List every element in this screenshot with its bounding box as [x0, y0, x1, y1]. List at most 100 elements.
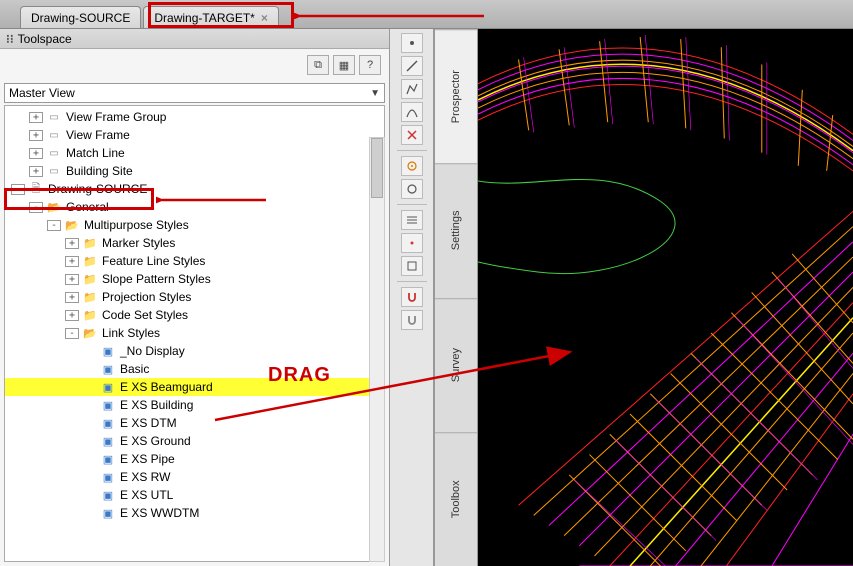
tree-item[interactable]: Basic [5, 360, 384, 378]
folder-icon [82, 308, 98, 322]
separator [397, 281, 427, 282]
tree-item-label: Basic [120, 362, 149, 376]
tree-item[interactable]: +Code Set Styles [5, 306, 384, 324]
tree-item-label: View Frame Group [66, 110, 166, 124]
tree-item[interactable]: E XS DTM [5, 414, 384, 432]
tree-item[interactable]: -Multipurpose Styles [5, 216, 384, 234]
style-icon [100, 380, 116, 394]
tree-item[interactable]: E XS Pipe [5, 450, 384, 468]
tree-item-label: _No Display [120, 344, 185, 358]
tree-item[interactable]: +Building Site [5, 162, 384, 180]
tree-item-label: E XS Ground [120, 434, 191, 448]
vtool-polyline[interactable] [401, 79, 423, 99]
sidetab-prospector[interactable]: Prospector [435, 29, 477, 163]
drawing-canvas[interactable] [478, 29, 853, 566]
collapse-icon[interactable]: - [47, 220, 61, 231]
panel-btn-1[interactable]: ⧉ [307, 55, 329, 75]
style-icon [100, 344, 116, 358]
panel-btn-2[interactable]: ▦ [333, 55, 355, 75]
toolspace-titlebar: ⁝⁝ Toolspace [0, 29, 389, 49]
sidetab-survey[interactable]: Survey [435, 298, 477, 432]
expand-icon[interactable]: + [65, 256, 79, 267]
tree-item-label: E XS Pipe [120, 452, 175, 466]
folderopen-icon [64, 218, 80, 232]
tree-item[interactable]: E XS WWDTM [5, 504, 384, 522]
tree-item-label: Marker Styles [102, 236, 175, 250]
expand-icon[interactable]: + [29, 166, 43, 177]
tree-item[interactable]: -General [5, 198, 384, 216]
tree-item[interactable]: - Link Styles [5, 324, 384, 342]
tree-item[interactable]: + View Frame [5, 126, 384, 144]
collapse-icon[interactable]: - [11, 184, 25, 195]
tree-item[interactable]: E XS RW [5, 468, 384, 486]
chevron-down-icon: ▼ [370, 88, 380, 99]
tree-item[interactable]: +Feature Line Styles [5, 252, 384, 270]
panel-toolbar: ⧉ ▦ ? [0, 49, 389, 81]
expand-icon[interactable]: + [65, 292, 79, 303]
vtool-line[interactable] [401, 56, 423, 76]
grp-icon [46, 164, 62, 178]
vtool-box[interactable] [401, 256, 423, 276]
help-button[interactable]: ? [359, 55, 381, 75]
tree-item[interactable]: + Projection Styles [5, 288, 384, 306]
vtool-point[interactable] [401, 33, 423, 53]
vtool-circle[interactable] [401, 179, 423, 199]
vtool-cross[interactable] [401, 125, 423, 145]
style-icon [100, 416, 116, 430]
tree-item[interactable]: E XS Building [5, 396, 384, 414]
separator [397, 204, 427, 205]
expand-icon[interactable]: + [65, 238, 79, 249]
vtool-magnet[interactable] [401, 287, 423, 307]
tree-item[interactable]: E XS UTL [5, 486, 384, 504]
vtool-hatch[interactable] [401, 210, 423, 230]
tree-item[interactable]: + View Frame Group [5, 108, 384, 126]
vtool-arc[interactable] [401, 102, 423, 122]
tree-item-label: Projection Styles [102, 290, 191, 304]
tree-item[interactable]: E XS Ground [5, 432, 384, 450]
tree-item-label: Slope Pattern Styles [102, 272, 211, 286]
tree-item[interactable]: E XS Beamguard [5, 378, 384, 396]
folder-icon [82, 236, 98, 250]
vtool-smallpoint[interactable] [401, 233, 423, 253]
tab-label: Drawing-TARGET* [154, 8, 254, 28]
grp-icon [46, 110, 62, 124]
expand-icon[interactable]: + [29, 148, 43, 159]
main-area: ⁝⁝ Toolspace ⧉ ▦ ? Master View ▼ + View F… [0, 28, 853, 566]
grp-icon [46, 128, 62, 142]
collapse-icon[interactable]: - [65, 328, 79, 339]
tree-item-label: Drawing-SOURCE [48, 182, 147, 196]
tree-item-label: E XS WWDTM [120, 506, 199, 520]
style-icon [100, 488, 116, 502]
scrollbar-thumb[interactable] [371, 138, 383, 198]
tree-item-label: View Frame [66, 128, 130, 142]
scrollbar[interactable] [369, 137, 385, 562]
tab-label: Drawing-SOURCE [31, 8, 130, 28]
expand-icon[interactable]: + [29, 112, 43, 123]
grp-icon [46, 146, 62, 160]
style-icon [100, 470, 116, 484]
tree-item[interactable]: + Slope Pattern Styles [5, 270, 384, 288]
document-tabs: Drawing-SOURCE Drawing-TARGET* × [0, 0, 853, 28]
tree-item-label: E XS Building [120, 398, 193, 412]
panel-title: Toolspace [18, 32, 72, 46]
view-selector[interactable]: Master View ▼ [4, 83, 385, 103]
collapse-icon[interactable]: - [29, 202, 43, 213]
sidetab-toolbox[interactable]: Toolbox [435, 432, 477, 566]
tab-target[interactable]: Drawing-TARGET* × [143, 6, 278, 28]
tree-item[interactable]: + Marker Styles [5, 234, 384, 252]
side-tabs: Prospector Settings Survey Toolbox [434, 29, 478, 566]
tree-item[interactable]: _No Display [5, 342, 384, 360]
vtool-snap[interactable] [401, 310, 423, 330]
tree-item-label: Link Styles [102, 326, 160, 340]
tree-item[interactable]: +Match Line [5, 144, 384, 162]
tree-item-label: E XS UTL [120, 488, 173, 502]
expand-icon[interactable]: + [65, 310, 79, 321]
tree-item[interactable]: - Drawing-SOURCE [5, 180, 384, 198]
prospector-tree[interactable]: +View Frame Group+View Frame+Match Line+… [4, 105, 385, 562]
expand-icon[interactable]: + [29, 130, 43, 141]
expand-icon[interactable]: + [65, 274, 79, 285]
sidetab-settings[interactable]: Settings [435, 163, 477, 297]
vtool-target[interactable] [401, 156, 423, 176]
close-icon[interactable]: × [261, 8, 268, 28]
tab-source[interactable]: Drawing-SOURCE [20, 6, 141, 28]
